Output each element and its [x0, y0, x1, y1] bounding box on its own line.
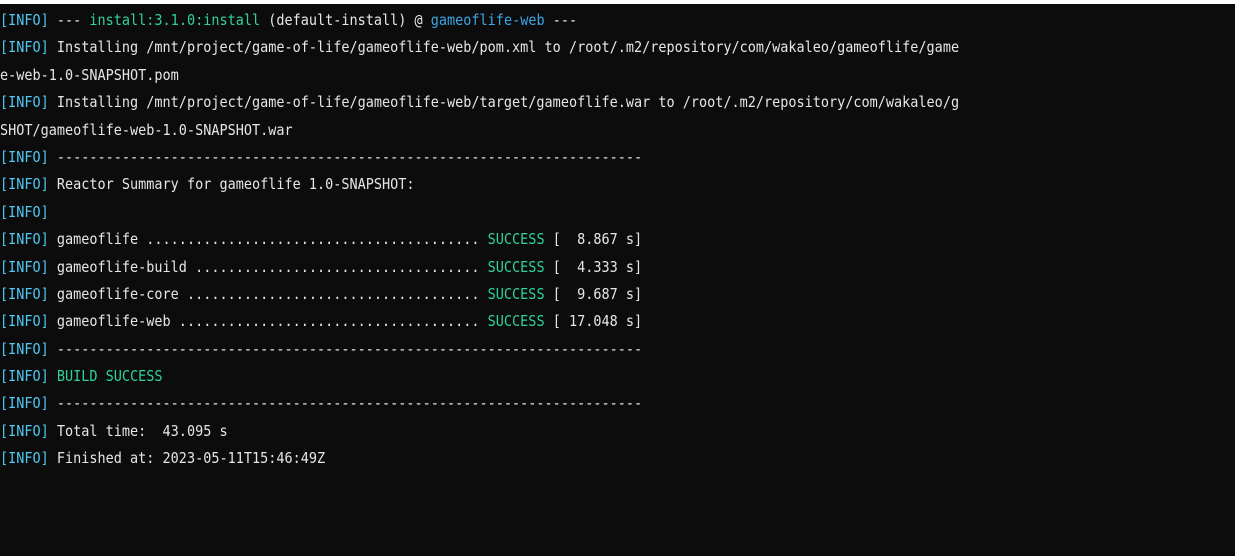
log-text: --- [544, 11, 578, 29]
log-text: Installing /mnt/project/game-of-life/gam… [48, 38, 960, 57]
info-tag: [INFO] [0, 38, 49, 57]
info-tag: [INFO] [0, 394, 49, 413]
terminal-line: [INFO] Installing /mnt/project/game-of-l… [0, 89, 1112, 116]
terminal-line: [INFO] [0, 199, 1112, 226]
terminal-line: SHOT/gameoflife-web-1.0-SNAPSHOT.war [0, 117, 1112, 144]
terminal-line: [INFO] gameoflife-core .................… [0, 281, 1112, 308]
terminal-line: [INFO] ---------------------------------… [0, 390, 1112, 417]
log-text: [ 4.333 s] [544, 257, 643, 276]
log-text: [ 9.687 s] [544, 284, 643, 303]
log-text: gameoflife-build .......................… [48, 257, 488, 276]
info-tag: [INFO] [0, 449, 49, 468]
terminal-line: [INFO] Reactor Summary for gameoflife 1.… [0, 171, 1112, 198]
terminal-line: [INFO] --- install:3.1.0:install (defaul… [0, 7, 1112, 34]
log-text: Installing /mnt/project/game-of-life/gam… [48, 93, 960, 112]
log-text: ----------------------------------------… [48, 394, 643, 413]
log-text: e-web-1.0-SNAPSHOT.pom [0, 65, 179, 84]
terminal-line: [INFO] BUILD SUCCESS [0, 363, 1112, 390]
info-tag: [INFO] [0, 202, 49, 221]
terminal-line: [INFO] Finished at: 2023-05-11T15:46:49Z [0, 445, 1112, 472]
log-text: [ 8.867 s] [544, 230, 643, 249]
info-tag: [INFO] [0, 367, 49, 386]
info-tag: [INFO] [0, 175, 49, 194]
terminal-line: [INFO] ---------------------------------… [0, 336, 1112, 363]
log-text: Total time: 43.095 s [48, 421, 228, 440]
terminal-line: [INFO] Total time: 43.095 s [0, 418, 1112, 445]
log-text: ----------------------------------------… [48, 147, 643, 166]
terminal-line: [INFO] gameoflife ......................… [0, 226, 1112, 253]
log-text: Finished at: 2023-05-11T15:46:49Z [48, 449, 326, 468]
info-tag: [INFO] [0, 11, 49, 29]
status-text: SUCCESS [487, 230, 545, 249]
status-text: SUCCESS [487, 257, 545, 276]
terminal-output[interactable]: [INFO] --- install:3.1.0:install (defaul… [0, 4, 1235, 556]
terminal-line: [INFO] gameoflife-build ................… [0, 254, 1112, 281]
log-text: --- [48, 11, 90, 29]
terminal-line: [INFO] Installing /mnt/project/game-of-l… [0, 34, 1112, 61]
info-tag: [INFO] [0, 257, 49, 276]
log-text: (default-install) @ [260, 11, 431, 29]
log-text: gameoflife-web .........................… [48, 312, 488, 331]
artifact-name: gameoflife-web [430, 11, 545, 29]
info-tag: [INFO] [0, 339, 49, 358]
terminal-line: [INFO] ---------------------------------… [0, 144, 1112, 171]
status-text: BUILD SUCCESS [56, 367, 163, 386]
info-tag: [INFO] [0, 147, 49, 166]
log-text: ----------------------------------------… [48, 339, 643, 358]
terminal-line: [INFO] gameoflife-web ..................… [0, 308, 1112, 335]
status-text: SUCCESS [487, 312, 545, 331]
log-text: gameoflife .............................… [48, 230, 488, 249]
info-tag: [INFO] [0, 421, 49, 440]
info-tag: [INFO] [0, 284, 49, 303]
info-tag: [INFO] [0, 312, 49, 331]
terminal-line: e-web-1.0-SNAPSHOT.pom [0, 62, 1112, 89]
info-tag: [INFO] [0, 93, 49, 112]
log-text: [ 17.048 s] [544, 312, 643, 331]
log-text: Reactor Summary for gameoflife 1.0-SNAPS… [48, 175, 415, 194]
info-tag: [INFO] [0, 230, 49, 249]
status-text: SUCCESS [487, 284, 545, 303]
log-text: SHOT/gameoflife-web-1.0-SNAPSHOT.war [0, 120, 293, 139]
log-text: gameoflife-core ........................… [48, 284, 488, 303]
status-text: install:3.1.0:install [89, 11, 261, 29]
